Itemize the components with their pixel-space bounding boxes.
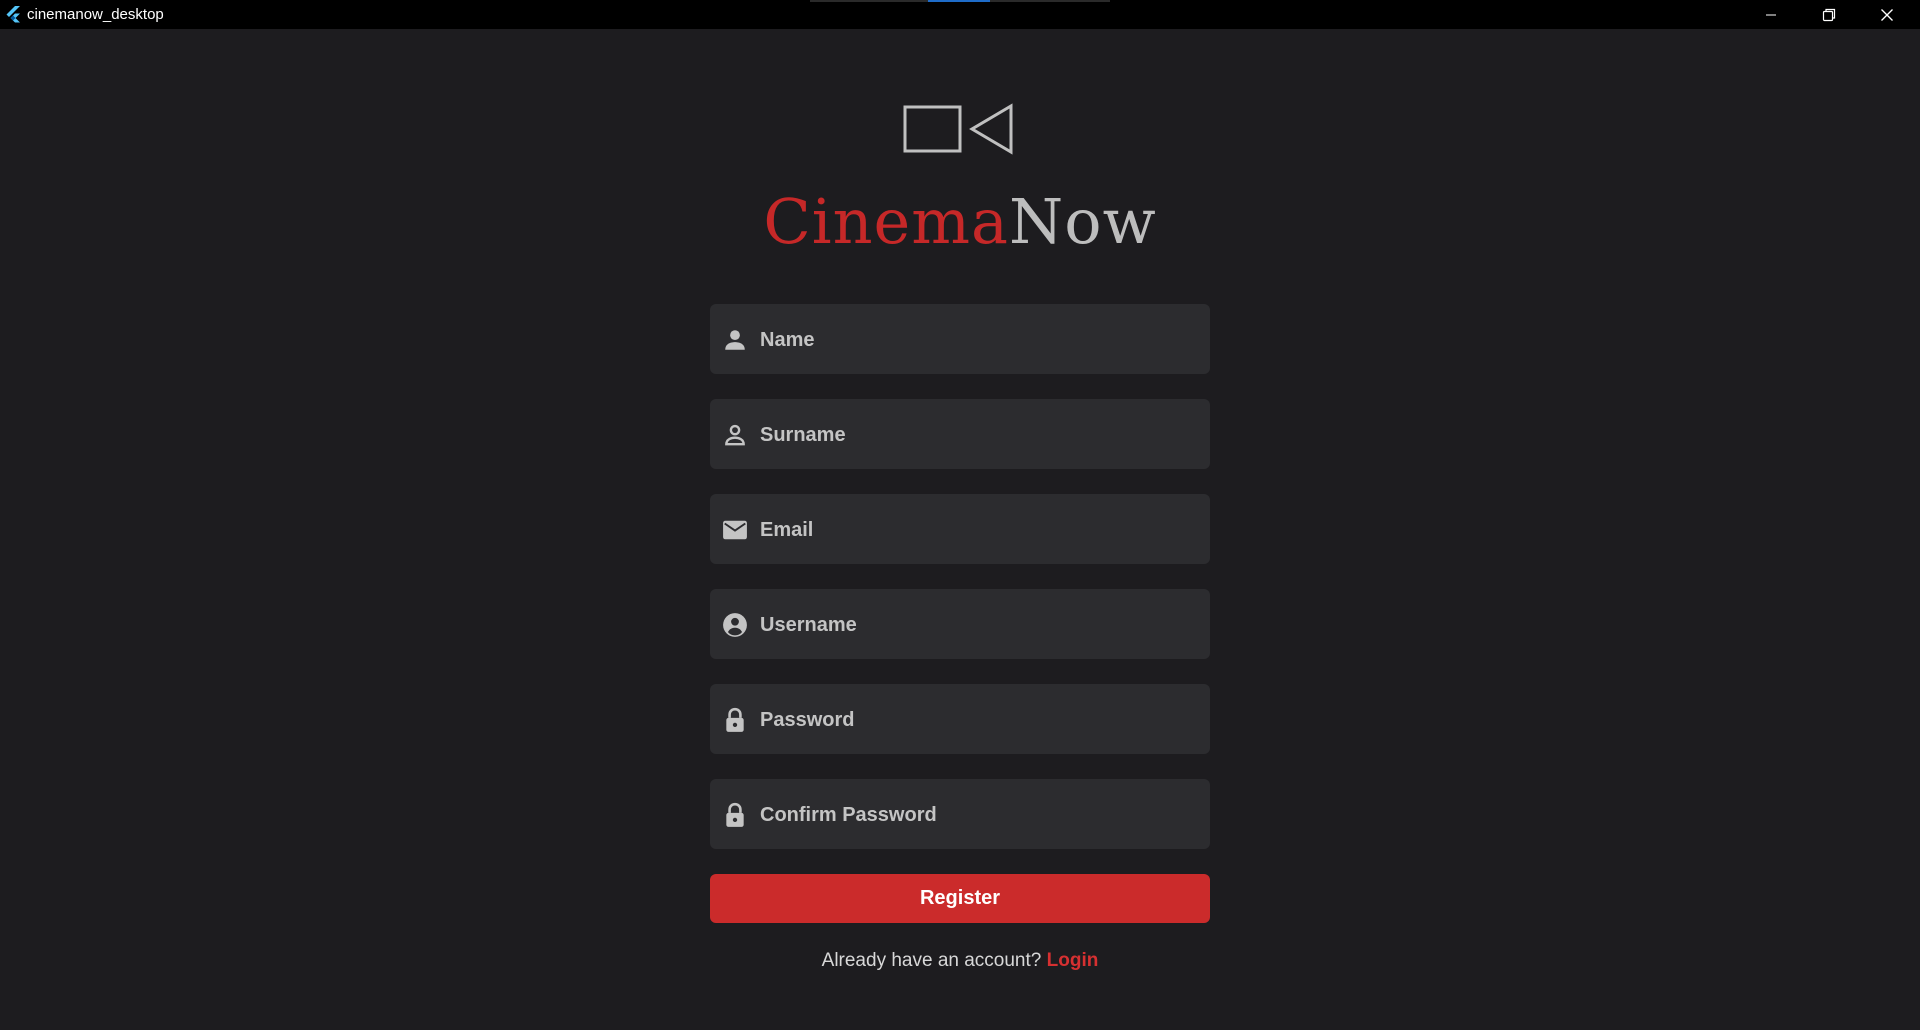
password-field[interactable]: Password <box>710 684 1210 754</box>
video-camera-outline-icon <box>903 103 1013 155</box>
brand-wordmark: CinemaNow <box>0 186 1920 258</box>
person-filled-icon <box>725 330 745 350</box>
window-titlebar: cinemanow_desktop <box>0 0 1920 29</box>
account-circle-icon <box>723 613 747 637</box>
register-button[interactable]: Register <box>710 874 1210 923</box>
person-outline-icon <box>725 424 745 446</box>
minimize-button[interactable] <box>1742 0 1800 29</box>
login-link[interactable]: Login <box>1047 950 1099 971</box>
email-field[interactable]: Email <box>710 494 1210 564</box>
login-prompt-text: Already have an account? <box>821 950 1042 971</box>
mail-icon <box>723 520 747 540</box>
title-drag-accent <box>810 0 1110 2</box>
username-field-label: Username <box>760 614 857 636</box>
restore-icon <box>1822 8 1836 21</box>
close-icon <box>1881 8 1893 21</box>
password-field-label: Password <box>760 709 855 731</box>
minimize-icon <box>1766 14 1776 15</box>
brand-part-cinema: Cinema <box>763 185 1009 258</box>
flutter-icon <box>6 6 20 23</box>
surname-field-label: Surname <box>760 424 846 446</box>
restore-button[interactable] <box>1800 0 1858 29</box>
username-field[interactable]: Username <box>710 589 1210 659</box>
brand-part-now: Now <box>1009 185 1157 258</box>
confirm-password-field-label: Confirm Password <box>760 804 937 826</box>
email-field-label: Email <box>760 519 814 541</box>
close-button[interactable] <box>1858 0 1916 29</box>
login-prompt: Already have an account? Login <box>0 950 1920 972</box>
lock-icon <box>726 802 744 827</box>
lock-icon <box>726 707 744 732</box>
surname-field[interactable]: Surname <box>710 399 1210 469</box>
name-field[interactable]: Name <box>710 304 1210 374</box>
name-field-label: Name <box>760 329 815 351</box>
window-title: cinemanow_desktop <box>27 6 164 23</box>
confirm-password-field[interactable]: Confirm Password <box>710 779 1210 849</box>
